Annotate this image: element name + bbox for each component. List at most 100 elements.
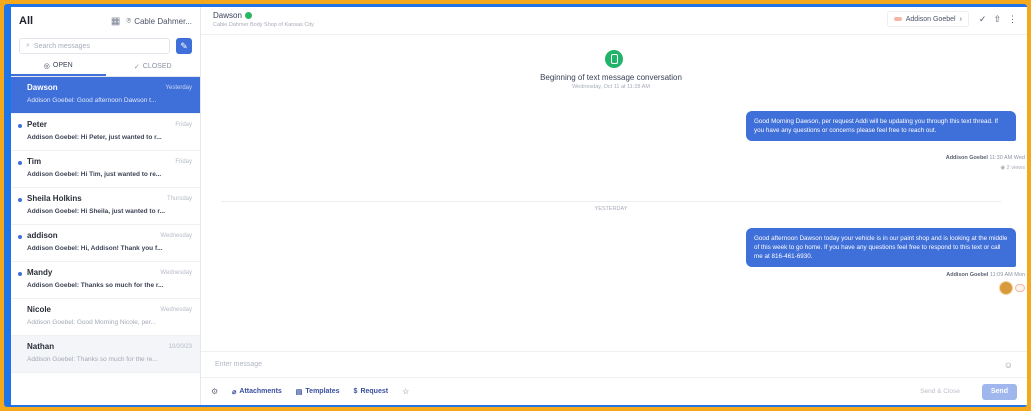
- conversation-preview: Addison Goebel: Thanks so much for the r…: [27, 282, 164, 289]
- conversation-preview: Addison Goebel: Hi Peter, just wanted to…: [27, 134, 162, 141]
- list-item[interactable]: Nathan 10/20/23 Addison Goebel: Thanks so…: [11, 336, 200, 373]
- list-item[interactable]: Tim Friday Addison Goebel: Hi Tim, just w…: [11, 151, 200, 188]
- read-receipt-label: 2 views: [1006, 165, 1025, 171]
- send-and-close-button[interactable]: Send & Close: [912, 388, 968, 395]
- unread-dot-icon: [18, 235, 22, 239]
- sidebar-header: All ▦ ⌾ Cable Dahmer...: [11, 7, 200, 35]
- contact-name[interactable]: Dawson: [213, 11, 242, 20]
- message-author: Addison Goebel: [945, 155, 988, 161]
- message-time: 11:09 AM Mon: [989, 272, 1025, 278]
- message-time: 11:30 AM Wed: [989, 155, 1025, 161]
- conversation-panel: Dawson Cable Dahmer Body Shop of Kansas …: [201, 7, 1027, 405]
- conversation-preview: Addison Goebel: Hi Sheila, just wanted t…: [27, 208, 165, 215]
- paperclip-icon: ⌀: [232, 388, 237, 396]
- unread-dot-icon: [18, 198, 22, 202]
- attachments-label: Attachments: [239, 388, 282, 395]
- read-receipt: ◉ 2 views: [1000, 165, 1025, 171]
- list-item[interactable]: Nicole Wednesday Addison Goebel: Good Mor…: [11, 299, 200, 336]
- conversation-time: Yesterday: [165, 84, 192, 91]
- conversation-list: Dawson Yesterday Addison Goebel: Good aft…: [11, 77, 200, 405]
- conversation-time: Wednesday: [160, 306, 192, 313]
- check-icon: ✓: [133, 63, 140, 71]
- message-thread: Beginning of text message conversation W…: [201, 35, 1027, 351]
- message-author: Addison Goebel: [946, 272, 989, 278]
- search-row: ⌕ Search messages ✎: [11, 35, 200, 57]
- messaging-app: All ▦ ⌾ Cable Dahmer... ⌕ Search message…: [11, 7, 1027, 405]
- conversation-preview: Addison Goebel: Thanks so much for the r…: [27, 356, 158, 363]
- outgoing-message-bubble: Good afternoon Dawson today your vehicle…: [746, 228, 1016, 267]
- date-divider-label: YESTERDAY: [586, 206, 636, 212]
- send-button[interactable]: Send: [981, 383, 1017, 400]
- emoji-icon[interactable]: ☺: [1004, 360, 1013, 370]
- compose-button[interactable]: ✎: [176, 38, 192, 54]
- dollar-icon: $: [353, 388, 358, 395]
- conversation-preview: Addison Goebel: Good Morning Nicole, per…: [27, 319, 156, 326]
- list-item[interactable]: Sheila Holkins Thursday Addison Goebel: H…: [11, 188, 200, 225]
- header-actions: ✓ ⇧ ⋮: [979, 11, 1017, 25]
- message-composer: Enter message ☺: [201, 351, 1027, 377]
- conversation-name: Peter: [27, 120, 48, 129]
- conversation-time: Friday: [175, 121, 192, 128]
- assignee-selector[interactable]: Addison Goebel ›: [886, 11, 969, 27]
- contact-info: Dawson Cable Dahmer Body Shop of Kansas …: [213, 11, 887, 28]
- list-item[interactable]: Peter Friday Addison Goebel: Hi Peter, ju…: [11, 114, 200, 151]
- conversation-start-date: Wednesday, Oct 11 at 11:28 AM: [572, 84, 650, 90]
- assignee-avatar-icon: [893, 17, 902, 21]
- calendar-icon[interactable]: ▦: [111, 16, 120, 27]
- tab-open-label: OPEN: [52, 62, 73, 69]
- pencil-icon: ✎: [180, 40, 188, 51]
- template-icon: ▤: [295, 388, 303, 396]
- chevron-right-icon: ›: [959, 15, 962, 23]
- reaction-icon[interactable]: [1015, 284, 1025, 292]
- request-button[interactable]: $ Request: [354, 388, 389, 395]
- close-conversation-check-icon[interactable]: ✓: [979, 14, 987, 25]
- composer-toolbar: ⚙ ⌀ Attachments ▤ Templates $ Request ☆ …: [201, 377, 1027, 405]
- search-icon: ⌕: [26, 42, 30, 49]
- date-divider: YESTERDAY: [201, 197, 1021, 215]
- assignee-name: Addison Goebel: [905, 15, 956, 23]
- conversation-name: Mandy: [27, 268, 53, 277]
- search-placeholder: Search messages: [33, 42, 90, 50]
- conversation-preview: Addison Goebel: Good afternoon Dawson t.…: [27, 97, 157, 104]
- list-item[interactable]: Dawson Yesterday Addison Goebel: Good aft…: [11, 77, 200, 114]
- message-input[interactable]: Enter message: [215, 361, 1004, 368]
- map-pin-icon: ⌾: [126, 16, 132, 25]
- conversation-time: Thursday: [166, 195, 192, 202]
- conversation-name: Sheila Holkins: [27, 194, 82, 203]
- unread-dot-icon: [18, 161, 22, 165]
- list-item[interactable]: addison Wednesday Addison Goebel: Hi, Add…: [11, 225, 200, 262]
- attachments-button[interactable]: ⌀ Attachments: [232, 388, 282, 396]
- inbox-filter-title[interactable]: All: [19, 15, 105, 27]
- templates-label: Templates: [305, 388, 340, 395]
- conversation-name: Dawson: [27, 83, 58, 92]
- location-selector[interactable]: ⌾ Cable Dahmer...: [126, 16, 192, 26]
- conversation-time: Friday: [175, 158, 192, 165]
- conversation-preview: Addison Goebel: Hi Tim, just wanted to r…: [27, 171, 162, 178]
- share-icon[interactable]: ⇧: [993, 14, 1001, 25]
- outgoing-message-bubble: Good Morning Dawson, per request Addi wi…: [746, 111, 1016, 141]
- conversation-time: Wednesday: [160, 269, 192, 276]
- conversation-start-title: Beginning of text message conversation: [540, 73, 682, 82]
- sender-avatar: [999, 281, 1013, 295]
- conversation-preview: Addison Goebel: Hi, Addison! Thank you f…: [27, 245, 163, 252]
- review-icon[interactable]: ☆: [402, 387, 409, 396]
- unread-dot-icon: [18, 272, 22, 276]
- more-menu-icon[interactable]: ⋮: [1008, 14, 1017, 25]
- request-label: Request: [360, 388, 389, 395]
- list-item[interactable]: Mandy Wednesday Addison Goebel: Thanks so…: [11, 262, 200, 299]
- status-tabs: ◎ OPEN ✓ CLOSED: [11, 57, 200, 77]
- conversation-name: Nathan: [27, 342, 55, 351]
- sms-phone-icon: [605, 50, 623, 68]
- conversation-header: Dawson Cable Dahmer Body Shop of Kansas …: [201, 7, 1027, 35]
- contact-subtitle: Cable Dahmer Body Shop of Kansas City: [213, 22, 314, 28]
- settings-icon[interactable]: ⚙: [211, 387, 218, 396]
- tab-open[interactable]: ◎ OPEN: [11, 57, 106, 76]
- conversation-sidebar: All ▦ ⌾ Cable Dahmer... ⌕ Search message…: [11, 7, 201, 405]
- inbox-icon: ◎: [43, 62, 50, 70]
- eye-icon: ◉: [1000, 165, 1006, 171]
- verified-icon: [244, 12, 252, 19]
- search-input[interactable]: ⌕ Search messages: [19, 38, 170, 54]
- templates-button[interactable]: ▤ Templates: [296, 388, 340, 396]
- conversation-name: Nicole: [27, 305, 52, 314]
- tab-closed[interactable]: ✓ CLOSED: [106, 57, 201, 76]
